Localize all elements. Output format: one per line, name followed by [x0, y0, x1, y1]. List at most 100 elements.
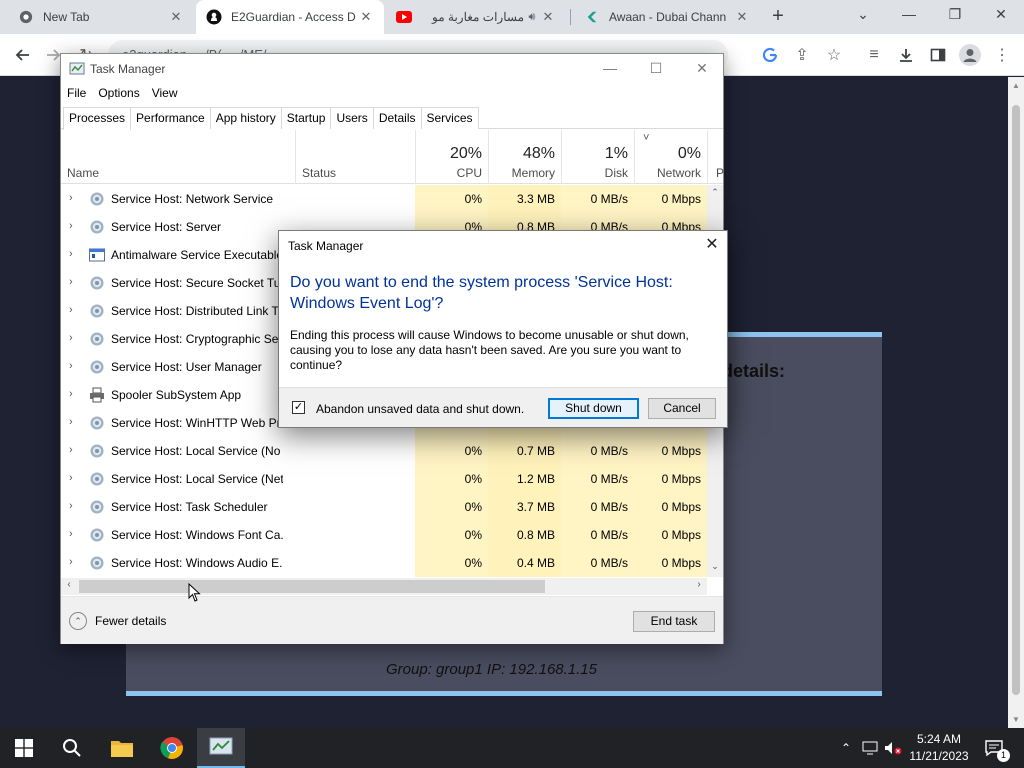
scroll-left-arrow-icon[interactable]: ‹ — [61, 579, 77, 590]
new-tab-button[interactable]: + — [766, 5, 790, 29]
process-row[interactable]: › Service Host: Task Scheduler 0% 3.7 MB 0 M… — [61, 493, 707, 521]
end-process-dialog: Task Manager ✕ Do you want to end the sy… — [278, 230, 728, 428]
side-panel-icon[interactable] — [926, 43, 950, 67]
column-status[interactable]: Status — [295, 130, 415, 184]
scrollbar-thumb[interactable] — [1012, 105, 1020, 695]
notification-icon[interactable] — [980, 728, 1008, 768]
scroll-up-arrow-icon[interactable]: ▲ — [1008, 81, 1024, 90]
expand-chevron-icon[interactable]: › — [69, 361, 77, 372]
task-manager-titlebar[interactable]: Task Manager — ☐ ✕ — [61, 54, 723, 84]
maximize-button[interactable]: ☐ — [633, 54, 679, 84]
browser-tab-e2guardian[interactable]: E2Guardian - Access D ✕ — [196, 0, 384, 34]
search-icon[interactable] — [48, 728, 96, 768]
chrome-taskbar-icon[interactable] — [148, 728, 196, 768]
column-disk[interactable]: 1% Disk — [561, 130, 634, 184]
abandon-data-checkbox-label[interactable]: Abandon unsaved data and shut down. — [316, 402, 524, 416]
column-name[interactable]: Name — [61, 130, 295, 184]
horizontal-scrollbar-thumb[interactable] — [79, 580, 545, 593]
browser-tab-new-tab[interactable]: New Tab ✕ — [8, 0, 194, 34]
volume-muted-icon[interactable] — [882, 728, 904, 768]
expand-chevron-icon[interactable]: › — [69, 445, 77, 456]
menu-file[interactable]: File — [61, 84, 92, 106]
google-icon[interactable] — [758, 43, 782, 67]
task-manager-taskbar-icon[interactable] — [197, 728, 245, 768]
clock-date: 11/21/2023 — [909, 749, 969, 763]
expand-chevron-icon[interactable]: › — [69, 557, 77, 568]
media-queue-icon[interactable]: ≡ — [862, 43, 886, 67]
more-menu-icon[interactable]: ⋮ — [990, 43, 1014, 67]
restore-button[interactable]: ❐ — [932, 0, 978, 30]
expand-chevron-icon[interactable]: › — [69, 417, 77, 428]
tab-services[interactable]: Services — [420, 107, 479, 129]
minimize-button[interactable]: — — [886, 0, 932, 30]
expand-chevron-icon[interactable]: › — [69, 277, 77, 288]
menu-view[interactable]: View — [146, 84, 184, 106]
horizontal-scrollbar[interactable]: ‹ › — [61, 578, 707, 595]
expand-chevron-icon[interactable]: › — [69, 501, 77, 512]
process-cpu: 0% — [464, 192, 482, 206]
expand-chevron-icon[interactable]: › — [69, 529, 77, 540]
column-memory[interactable]: 48% Memory — [488, 130, 561, 184]
expand-chevron-icon[interactable]: › — [69, 389, 77, 400]
expand-chevron-icon[interactable]: › — [69, 193, 77, 204]
network-icon[interactable] — [860, 728, 880, 768]
close-icon[interactable]: ✕ — [358, 9, 374, 25]
process-row[interactable]: › Service Host: Local Service (No ... 0% 0.… — [61, 437, 707, 465]
close-button[interactable]: ✕ — [679, 54, 725, 84]
process-row[interactable]: › Service Host: Windows Font Ca... 0% 0.8 M… — [61, 521, 707, 549]
share-icon[interactable]: ⇪ — [790, 43, 814, 67]
page-scrollbar[interactable]: ▲ ▼ — [1008, 77, 1024, 728]
browser-tab-awaan[interactable]: Awaan - Dubai Chann ✕ — [574, 0, 760, 34]
process-row[interactable]: › Service Host: Local Service (Net... 0% 1.… — [61, 465, 707, 493]
download-icon[interactable] — [894, 43, 918, 67]
close-window-button[interactable]: ✕ — [978, 0, 1024, 30]
tab-app-history[interactable]: App history — [209, 107, 282, 129]
fewer-details-button[interactable]: ⌃ Fewer details — [69, 612, 166, 630]
scroll-down-arrow-icon[interactable]: ⌄ — [707, 561, 723, 572]
end-task-button[interactable]: End task — [633, 611, 715, 632]
column-power[interactable]: P — [707, 130, 724, 184]
tab-startup[interactable]: Startup — [280, 107, 332, 129]
file-explorer-icon[interactable] — [98, 728, 146, 768]
star-icon[interactable]: ☆ — [822, 43, 846, 67]
tab-details[interactable]: Details — [372, 107, 422, 129]
process-row[interactable]: › Service Host: Network Service 0% 3.3 MB 0 … — [61, 185, 707, 213]
back-arrow-icon[interactable] — [10, 43, 34, 67]
browser-tab-youtube[interactable]: مسارات مغاربة مو 🔊︎ ✕ — [386, 0, 566, 34]
column-name-label: Name — [67, 166, 100, 180]
close-icon[interactable]: ✕ — [734, 9, 750, 25]
tab-users[interactable]: Users — [330, 107, 374, 129]
tab-performance[interactable]: Performance — [130, 107, 211, 129]
expand-chevron-icon[interactable]: › — [69, 473, 77, 484]
column-cpu[interactable]: 20% CPU — [415, 130, 488, 184]
shut-down-button[interactable]: Shut down — [548, 398, 639, 419]
menu-bar: File Options View — [61, 84, 184, 106]
scroll-down-arrow-icon[interactable]: ▼ — [1008, 715, 1024, 724]
expand-chevron-icon[interactable]: › — [69, 221, 77, 232]
cancel-button[interactable]: Cancel — [648, 398, 716, 419]
expand-chevron-icon[interactable]: › — [69, 249, 77, 260]
expand-chevron-icon[interactable]: › — [69, 333, 77, 344]
audio-icon[interactable]: 🔊︎ — [524, 11, 540, 24]
expand-chevron-icon[interactable]: › — [69, 305, 77, 316]
dialog-title: Task Manager — [288, 239, 364, 253]
menu-options[interactable]: Options — [92, 84, 145, 106]
chevron-up-icon[interactable]: ⌃ — [836, 728, 856, 768]
system-clock[interactable]: 5:24 AM 11/21/2023 — [904, 731, 974, 765]
process-network: 0 Mbps — [661, 528, 701, 542]
tab-processes[interactable]: Processes — [63, 107, 132, 130]
close-icon[interactable]: ✕ — [168, 9, 184, 25]
scroll-up-arrow-icon[interactable]: ⌃ — [707, 187, 723, 198]
abandon-data-checkbox[interactable]: ✓ — [292, 401, 305, 414]
process-name: Service Host: Windows Audio E... — [111, 556, 283, 570]
close-icon[interactable]: ✕ — [540, 9, 556, 25]
chevron-down-icon[interactable]: ⌄ — [840, 0, 886, 30]
task-manager-tabs: Processes Performance App history Startu… — [61, 107, 723, 130]
scroll-right-arrow-icon[interactable]: › — [691, 579, 707, 590]
column-network[interactable]: ˅ 0% Network — [634, 130, 707, 184]
dialog-close-icon[interactable]: ✕ — [697, 231, 727, 259]
profile-avatar-icon[interactable] — [958, 43, 982, 67]
process-row[interactable]: › Service Host: Windows Audio E... 0% 0.4 M… — [61, 549, 707, 577]
start-button[interactable] — [0, 728, 48, 768]
minimize-button[interactable]: — — [587, 54, 633, 84]
